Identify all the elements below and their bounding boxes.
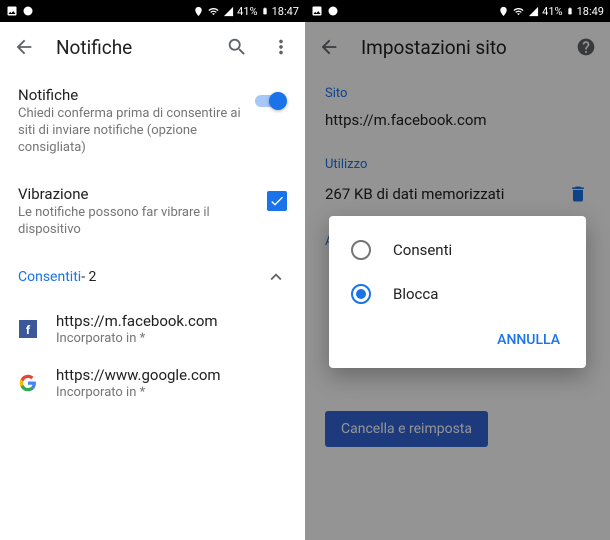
- screen-site-settings: 41% 18:49 Impostazioni sito Sit: [305, 0, 610, 540]
- search-button[interactable]: [225, 35, 249, 59]
- radio-option-block[interactable]: Blocca: [329, 272, 586, 316]
- site-item-google[interactable]: https://www.google.com Incorporato in *: [0, 356, 305, 410]
- site-url: https://m.facebook.com: [56, 312, 287, 330]
- site-sub: Incorporato in *: [56, 331, 287, 346]
- cancel-button[interactable]: ANNULLA: [487, 324, 570, 356]
- notifications-sub: Chiedi conferma prima di consentire ai s…: [18, 106, 241, 157]
- wifi-icon: [207, 6, 220, 17]
- battery-text: 41%: [237, 5, 257, 18]
- radio-label: Blocca: [393, 285, 438, 303]
- back-button[interactable]: [12, 35, 36, 59]
- status-bar: 41% 18:49: [305, 0, 610, 22]
- signal-icon: [528, 6, 539, 17]
- permission-dialog: Consenti Blocca ANNULLA: [329, 216, 586, 368]
- vibration-title: Vibrazione: [18, 185, 255, 203]
- page-title: Notifiche: [56, 36, 205, 59]
- clock-text: 18:49: [577, 5, 604, 18]
- google-icon: [18, 373, 38, 393]
- location-icon: [193, 6, 204, 17]
- image-icon: [6, 5, 18, 17]
- notifications-title: Notifiche: [18, 86, 241, 104]
- clock-text: 18:47: [272, 5, 299, 18]
- site-url: https://www.google.com: [56, 366, 287, 384]
- circle-icon: [327, 5, 339, 17]
- radio-icon: [351, 240, 371, 260]
- notifications-setting[interactable]: Notifiche Chiedi conferma prima di conse…: [0, 72, 305, 171]
- wifi-icon: [512, 6, 525, 17]
- radio-label: Consenti: [393, 241, 452, 259]
- screen-notifications: 41% 18:47 Notifiche Notifiche: [0, 0, 305, 540]
- circle-icon: [22, 5, 34, 17]
- allowed-label: Consentiti: [18, 269, 81, 285]
- radio-icon: [351, 284, 371, 304]
- allowed-count: - 2: [81, 269, 96, 285]
- allowed-section-header[interactable]: Consentiti - 2: [0, 252, 305, 302]
- site-sub: Incorporato in *: [56, 385, 287, 400]
- location-icon: [498, 6, 509, 17]
- vibration-sub: Le notifiche possono far vibrare il disp…: [18, 205, 255, 239]
- app-bar: Notifiche: [0, 22, 305, 72]
- battery-icon: [261, 5, 269, 17]
- site-item-facebook[interactable]: f https://m.facebook.com Incorporato in …: [0, 302, 305, 356]
- overflow-button[interactable]: [269, 35, 293, 59]
- battery-text: 41%: [542, 5, 562, 18]
- vibration-setting[interactable]: Vibrazione Le notifiche possono far vibr…: [0, 171, 305, 253]
- signal-icon: [223, 6, 234, 17]
- image-icon: [311, 5, 323, 17]
- chevron-up-icon: [265, 266, 287, 288]
- radio-option-allow[interactable]: Consenti: [329, 228, 586, 272]
- battery-icon: [566, 5, 574, 17]
- notifications-toggle[interactable]: [253, 92, 287, 110]
- facebook-icon: f: [18, 319, 38, 339]
- vibration-checkbox[interactable]: [267, 191, 287, 211]
- status-bar: 41% 18:47: [0, 0, 305, 22]
